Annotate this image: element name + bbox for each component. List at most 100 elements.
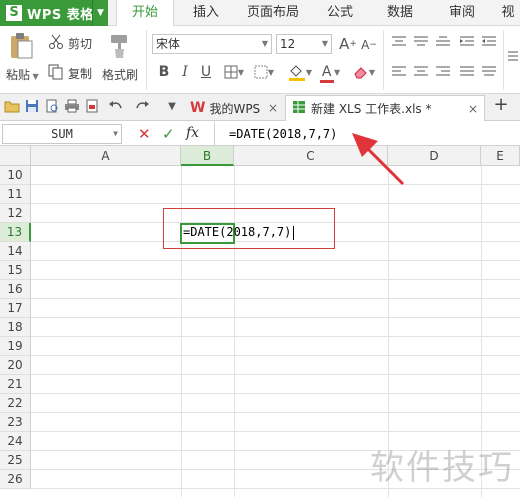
- quick-access-toolbar: ▼ W 我的WPS × 新建 XLS 工作表.xls * × +: [0, 94, 520, 121]
- grow-font-button[interactable]: A +: [339, 35, 357, 53]
- row-header-16[interactable]: 16: [0, 280, 31, 299]
- align-left-icon[interactable]: [391, 64, 407, 80]
- grid-line: [31, 336, 520, 337]
- save-icon[interactable]: [24, 99, 40, 115]
- tab-review[interactable]: 审阅: [434, 0, 490, 26]
- row-header-18[interactable]: 18: [0, 318, 31, 337]
- wrap-text-icon[interactable]: [507, 48, 519, 64]
- align-bottom-icon[interactable]: [435, 34, 451, 50]
- fill-color-button[interactable]: ▼: [286, 62, 314, 82]
- customize-toolbar-icon[interactable]: ▼: [164, 99, 180, 115]
- paste-icon[interactable]: [6, 32, 36, 60]
- copy-icon[interactable]: [48, 64, 64, 80]
- column-header-c[interactable]: C: [234, 146, 388, 166]
- app-menu-button[interactable]: S WPS 表格 ▼: [0, 0, 108, 26]
- cut-button[interactable]: 剪切: [68, 35, 92, 52]
- paste-label: 粘贴: [6, 68, 31, 82]
- merge-cells-button[interactable]: ▼: [251, 64, 277, 80]
- column-header-e[interactable]: E: [481, 146, 520, 166]
- grid-line: [31, 298, 520, 299]
- doc-tab-active-workbook[interactable]: 新建 XLS 工作表.xls * ×: [285, 95, 485, 121]
- italic-button[interactable]: I: [177, 63, 193, 81]
- font-color-button[interactable]: A ▼: [316, 62, 346, 83]
- paint-bucket-icon: [288, 65, 305, 81]
- insert-function-button[interactable]: fx: [186, 125, 199, 141]
- align-top-icon[interactable]: [391, 34, 407, 50]
- tab-home[interactable]: 开始: [116, 0, 174, 27]
- formula-input[interactable]: =DATE(2018,7,7): [214, 122, 520, 146]
- row-header-26[interactable]: 26: [0, 470, 31, 489]
- print-icon[interactable]: [64, 99, 80, 115]
- font-color-letter: A: [321, 64, 332, 80]
- menu-bar: S WPS 表格 ▼ 开始 插入 页面布局 公式 数据 审阅 视: [0, 0, 520, 27]
- select-all-corner[interactable]: [0, 146, 31, 166]
- row-header-19[interactable]: 19: [0, 337, 31, 356]
- ribbon-divider: [503, 30, 504, 90]
- row-header-24[interactable]: 24: [0, 432, 31, 451]
- justify-icon[interactable]: [459, 64, 475, 80]
- grid-line: [31, 279, 520, 280]
- tab-view[interactable]: 视: [496, 0, 520, 26]
- align-right-icon[interactable]: [435, 64, 451, 80]
- column-header-a[interactable]: A: [31, 146, 181, 166]
- export-pdf-icon[interactable]: [84, 99, 100, 115]
- watermark: 软件技巧: [370, 448, 514, 488]
- row-header-21[interactable]: 21: [0, 375, 31, 394]
- clear-format-button[interactable]: ▼: [351, 64, 377, 80]
- indent-increase-icon[interactable]: [481, 34, 497, 50]
- grid-line: [31, 317, 520, 318]
- cancel-icon[interactable]: ✕: [138, 125, 151, 143]
- row-header-10[interactable]: 10: [0, 166, 31, 185]
- redo-icon[interactable]: [134, 99, 150, 115]
- app-title: WPS 表格: [27, 7, 94, 23]
- row-header-23[interactable]: 23: [0, 413, 31, 432]
- undo-icon[interactable]: [108, 99, 124, 115]
- tab-formulas[interactable]: 公式: [312, 0, 368, 26]
- row-header-14[interactable]: 14: [0, 242, 31, 261]
- grid-line: [31, 374, 520, 375]
- grid-line: [31, 355, 520, 356]
- indent-decrease-icon[interactable]: [459, 34, 475, 50]
- annotation-highlight-box: [163, 208, 335, 249]
- wps-logo-icon: S: [6, 5, 22, 21]
- align-center-icon[interactable]: [413, 64, 429, 80]
- align-middle-icon[interactable]: [413, 34, 429, 50]
- row-header-11[interactable]: 11: [0, 185, 31, 204]
- tab-page-layout[interactable]: 页面布局: [236, 0, 310, 26]
- column-header-d[interactable]: D: [388, 146, 481, 166]
- checkmark-icon[interactable]: ✓: [162, 125, 175, 143]
- name-box[interactable]: SUM ▼: [2, 124, 122, 144]
- font-size-select[interactable]: 12 ▼: [276, 34, 332, 54]
- close-icon[interactable]: ×: [468, 102, 478, 116]
- row-header-25[interactable]: 25: [0, 451, 31, 470]
- format-painter-button[interactable]: 格式刷: [102, 66, 138, 83]
- shrink-font-button[interactable]: A −: [361, 37, 377, 53]
- chevron-down-icon: ▼: [261, 39, 269, 48]
- column-header-b[interactable]: B: [181, 146, 234, 166]
- underline-button[interactable]: U: [198, 63, 214, 81]
- row-header-17[interactable]: 17: [0, 299, 31, 318]
- distributed-align-icon[interactable]: [481, 64, 497, 80]
- scissors-icon[interactable]: [48, 34, 64, 50]
- format-painter-icon[interactable]: [105, 32, 133, 60]
- close-icon[interactable]: ×: [268, 101, 278, 115]
- copy-button[interactable]: 复制: [68, 65, 92, 82]
- row-header-20[interactable]: 20: [0, 356, 31, 375]
- paste-button[interactable]: 粘贴 ▼: [6, 66, 39, 83]
- row-header-22[interactable]: 22: [0, 394, 31, 413]
- grid-line: [31, 393, 520, 394]
- bold-button[interactable]: B: [156, 63, 172, 81]
- app-menu-dropdown-icon[interactable]: ▼: [92, 0, 108, 26]
- ribbon-divider: [383, 30, 384, 90]
- borders-button[interactable]: ▼: [221, 64, 247, 80]
- row-header-12[interactable]: 12: [0, 204, 31, 223]
- font-name-select[interactable]: 宋体 ▼: [152, 34, 272, 54]
- tab-data[interactable]: 数据: [372, 0, 428, 26]
- row-header-13[interactable]: 13: [0, 223, 31, 242]
- tab-insert[interactable]: 插入: [178, 0, 234, 26]
- row-header-15[interactable]: 15: [0, 261, 31, 280]
- doc-tab-my-wps[interactable]: W 我的WPS ×: [184, 95, 284, 121]
- folder-open-icon[interactable]: [4, 99, 20, 115]
- new-tab-button[interactable]: +: [491, 96, 511, 117]
- print-preview-icon[interactable]: [44, 99, 60, 115]
